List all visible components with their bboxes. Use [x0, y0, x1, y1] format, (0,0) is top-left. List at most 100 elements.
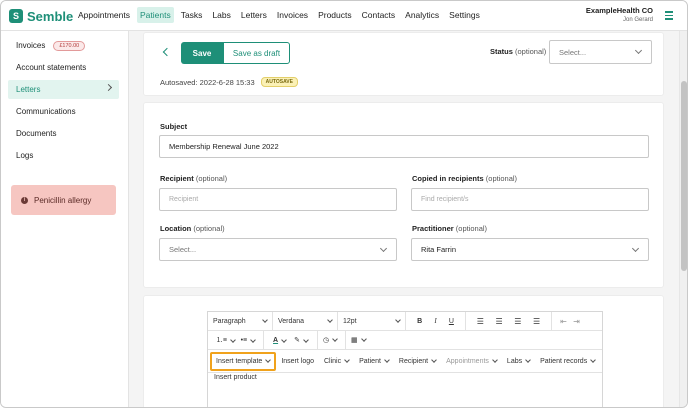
allergy-alert[interactable]: i Penicillin allergy [11, 185, 116, 215]
sidebar-item-documents[interactable]: Documents [8, 124, 119, 143]
align-right-icon[interactable]: ☰ [514, 317, 521, 326]
sidebar-item-label: Documents [16, 129, 57, 138]
top-navigation: S Semble Appointments Patients Tasks Lab… [1, 1, 687, 31]
nav-contacts[interactable]: Contacts [359, 7, 399, 23]
info-icon: i [21, 196, 28, 204]
recipient-label: Recipient (optional) [160, 174, 227, 183]
org-info[interactable]: ExampleHealth CO Jon Gerard [586, 6, 653, 23]
practitioner-label: Practitioner (optional) [412, 224, 487, 233]
sidebar-item-letters[interactable]: Letters [8, 80, 119, 99]
outdent-icon[interactable]: ⇤ [560, 317, 567, 326]
chevron-down-icon [431, 356, 437, 363]
location-select[interactable]: Select... [159, 238, 397, 261]
letter-editor-card: Paragraph Verdana 12pt B I U ☰ ☰ ☰ ☰ ⇤ ⇥… [143, 295, 664, 407]
letter-actions-card: Save Save as draft Autosaved: 2022-6-28 … [143, 32, 664, 96]
chevron-down-icon [344, 356, 350, 363]
insert-template-button[interactable]: Insert template [210, 351, 277, 371]
copied-recipients-label: Copied in recipients (optional) [412, 174, 517, 183]
save-as-draft-button[interactable]: Save as draft [223, 42, 290, 64]
italic-icon[interactable]: I [434, 317, 436, 325]
recipient-dropdown-label: Recipient [398, 357, 429, 365]
menu-icon[interactable] [665, 11, 673, 20]
bold-icon[interactable]: B [417, 318, 422, 325]
labs-dropdown[interactable]: Labs [502, 356, 535, 365]
subject-label: Subject [160, 122, 188, 131]
rich-text-editor[interactable]: Paragraph Verdana 12pt B I U ☰ ☰ ☰ ☰ ⇤ ⇥… [207, 311, 603, 407]
table-icon[interactable]: ▦ [346, 331, 374, 350]
patient-records-dropdown[interactable]: Patient records [535, 356, 600, 365]
sidebar-item-account-statements[interactable]: Account statements [8, 58, 119, 77]
font-select-value: Verdana [278, 317, 305, 325]
back-chevron-icon[interactable] [162, 47, 172, 57]
underline-icon[interactable]: U [449, 318, 454, 325]
subject-input[interactable]: Membership Renewal June 2022 [159, 135, 649, 158]
sidebar-item-label: Account statements [16, 63, 87, 72]
text-color-icon[interactable]: A [273, 337, 287, 344]
logo-text: Semble [27, 8, 74, 24]
chevron-down-icon [379, 244, 388, 253]
autosave-status: Autosaved: 2022-6-28 15:33 AUTOSAVE [160, 77, 298, 87]
nav-letters[interactable]: Letters [238, 7, 270, 23]
nav-settings[interactable]: Settings [446, 7, 483, 23]
align-left-icon[interactable]: ☰ [477, 317, 484, 326]
scrollbar-thumb[interactable] [681, 81, 687, 271]
clock-icon[interactable]: ◷ [318, 330, 346, 350]
chevron-down-icon [327, 316, 333, 323]
numbered-list-icon[interactable]: ⒈≡ [216, 335, 236, 345]
clinic-dropdown[interactable]: Clinic [319, 356, 354, 365]
appointments-label: Appointments [446, 357, 489, 365]
nav-invoices[interactable]: Invoices [274, 7, 311, 23]
insert-product-button[interactable]: Insert product [214, 374, 257, 381]
copied-recipients-input[interactable]: Find recipient/s [411, 188, 649, 211]
clinic-label: Clinic [324, 357, 342, 365]
patient-dropdown[interactable]: Patient [354, 356, 394, 365]
status-select[interactable]: Select... [549, 40, 652, 64]
nav-patients[interactable]: Patients [136, 7, 174, 23]
practitioner-select[interactable]: Rita Farrin [411, 238, 649, 261]
org-user: Jon Gerard [622, 17, 653, 23]
toolbar-row-lists: ⒈≡ •≡ A ✎ ◷ ▦ [208, 330, 602, 350]
allergy-text: Penicillin allergy [34, 195, 92, 205]
chevron-down-icon [590, 356, 597, 363]
sidebar-item-communications[interactable]: Communications [8, 102, 119, 121]
nav-analytics[interactable]: Analytics [402, 7, 442, 23]
appointments-dropdown[interactable]: Appointments [441, 356, 502, 365]
nav-tasks[interactable]: Tasks [178, 7, 206, 23]
status-optional: (optional) [515, 47, 547, 56]
recipient-dropdown[interactable]: Recipient [394, 356, 441, 365]
font-size-value: 12pt [343, 317, 357, 325]
chevron-down-icon [492, 356, 498, 363]
align-center-icon[interactable]: ☰ [496, 317, 503, 326]
practitioner-label-text: Practitioner [412, 224, 454, 233]
insert-logo-button[interactable]: Insert logo [276, 358, 319, 365]
save-button[interactable]: Save [181, 42, 223, 64]
patient-records-label: Patient records [540, 357, 588, 365]
sidebar-item-label: Logs [16, 151, 34, 160]
nav-appointments[interactable]: Appointments [75, 7, 133, 23]
indent-icon[interactable]: ⇥ [573, 317, 580, 326]
nav-products[interactable]: Products [315, 7, 355, 23]
page-scrollbar[interactable] [679, 31, 687, 407]
autosave-badge: AUTOSAVE [260, 77, 298, 87]
nav-labs[interactable]: Labs [209, 7, 233, 23]
font-size-select[interactable]: 12pt [338, 311, 406, 331]
chevron-down-icon [265, 356, 272, 363]
chevron-down-icon [384, 356, 390, 363]
chevron-right-icon [104, 83, 113, 92]
sidebar-item-logs[interactable]: Logs [8, 146, 119, 165]
sidebar-item-label: Invoices [16, 41, 46, 50]
semble-logo[interactable]: S Semble [9, 8, 73, 24]
recipient-input[interactable]: Recipient [159, 188, 397, 211]
copied-optional: (optional) [485, 174, 518, 183]
font-select[interactable]: Verdana [273, 311, 338, 331]
toolbar-row-insert: Insert template Insert logo Clinic Patie… [208, 350, 602, 373]
align-justify-icon[interactable]: ☰ [533, 317, 540, 326]
paragraph-select[interactable]: Paragraph [208, 311, 273, 331]
sidebar-item-invoices[interactable]: Invoices £170.00 [8, 36, 119, 55]
text-style-group: B I U [406, 311, 466, 331]
insert-template-label: Insert template [216, 357, 263, 365]
color-group: A ✎ [264, 330, 318, 350]
chevron-down-icon [634, 46, 643, 55]
highlight-icon[interactable]: ✎ [294, 336, 309, 344]
bullet-list-icon[interactable]: •≡ [241, 337, 256, 344]
